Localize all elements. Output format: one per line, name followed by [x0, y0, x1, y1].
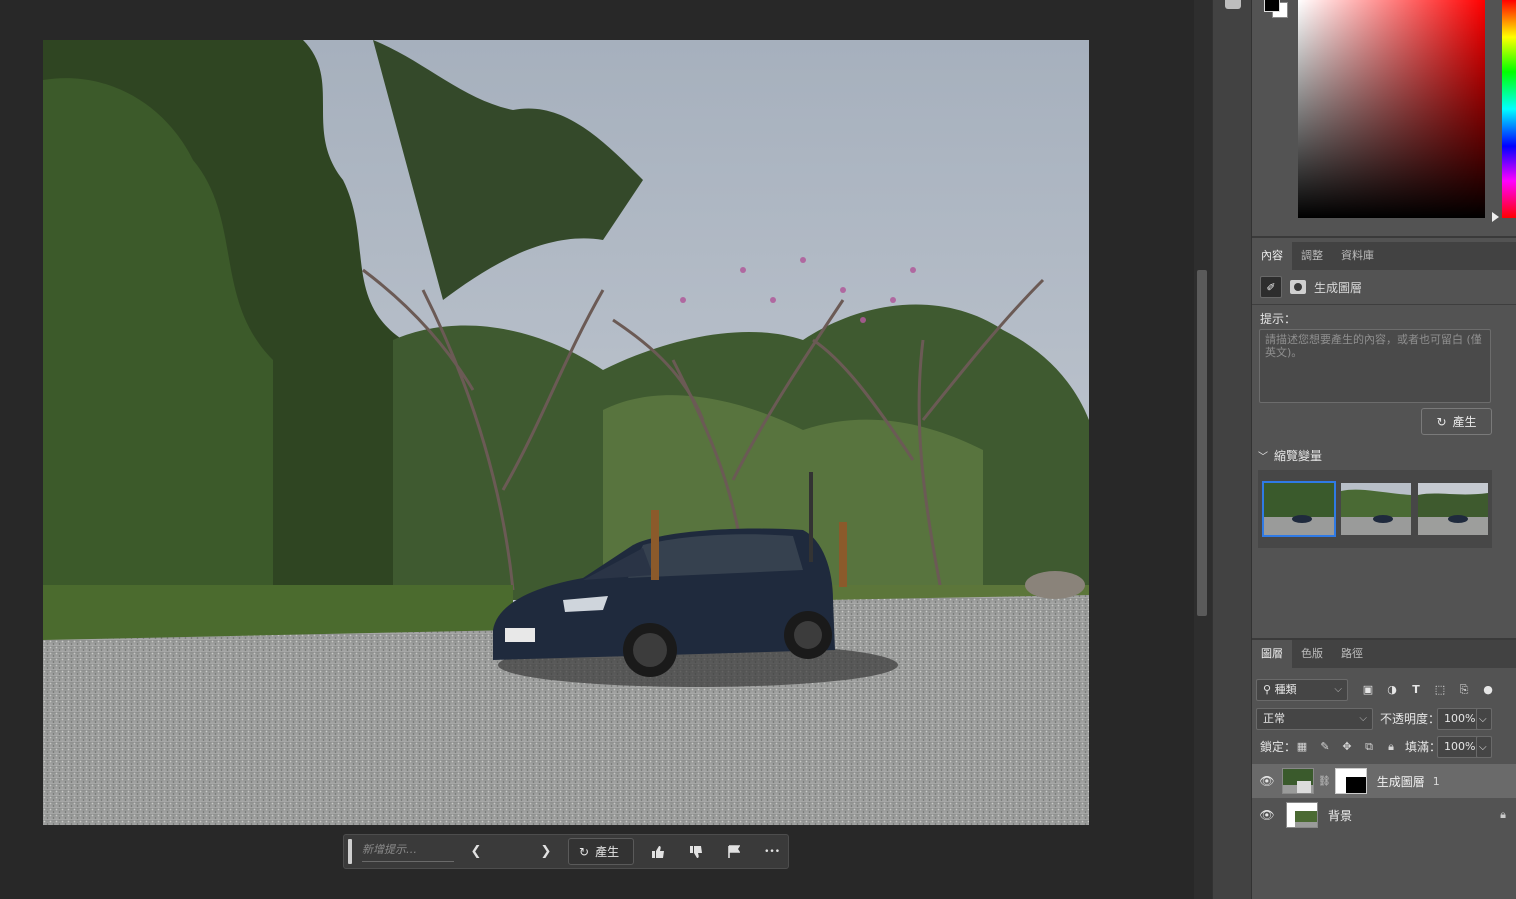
- tab-adjustments[interactable]: 調整: [1292, 242, 1332, 270]
- filter-shape-layers-icon[interactable]: ⬚: [1432, 682, 1448, 698]
- chevron-down-icon: ⌵: [1334, 684, 1342, 695]
- layers-tabs: 圖層 色版 路徑: [1252, 640, 1516, 668]
- refresh-icon: ↻: [579, 844, 590, 859]
- taskbar-generate-label: 產生: [595, 845, 620, 859]
- generate-button[interactable]: ↻ 產生: [1421, 408, 1492, 435]
- foreground-color-swatch[interactable]: [1264, 0, 1280, 12]
- chevron-down-icon: ⌵: [1359, 713, 1367, 724]
- layer-filter-value: 種類: [1274, 683, 1297, 696]
- color-saturation-field[interactable]: [1298, 0, 1485, 218]
- hue-slider-arrow[interactable]: [1492, 212, 1499, 222]
- fill-label: 填滿：: [1405, 740, 1442, 754]
- properties-header: ✐ 生成圖層: [1260, 276, 1362, 298]
- eye-icon[interactable]: 👁︎: [1252, 774, 1282, 788]
- lock-label: 鎖定：: [1260, 740, 1297, 754]
- chevron-down-icon: ⌵: [1479, 742, 1487, 753]
- variations-list: [1258, 470, 1492, 548]
- search-icon: ⚲: [1263, 683, 1272, 696]
- layer-row-background[interactable]: 👁︎ 背景 🔒︎: [1252, 798, 1516, 832]
- lock-artboard-icon[interactable]: ⧉: [1362, 740, 1376, 754]
- panel-icon-strip: [1212, 0, 1252, 899]
- filter-smart-objects-icon[interactable]: ⎘: [1456, 682, 1472, 698]
- comment-icon[interactable]: [1225, 0, 1241, 9]
- generate-button-label: 產生: [1452, 415, 1477, 429]
- variations-title: 縮覽變量: [1274, 449, 1323, 463]
- eye-icon[interactable]: 👁︎: [1252, 808, 1282, 822]
- fill-dropdown[interactable]: ⌵: [1476, 736, 1492, 758]
- blend-mode-select[interactable]: 正常 ⌵: [1256, 708, 1373, 730]
- taskbar-generate-button[interactable]: ↻ 產生: [568, 838, 635, 865]
- layer-mask-thumbnail[interactable]: [1334, 768, 1367, 794]
- filter-adjustment-layers-icon[interactable]: ◑: [1384, 682, 1400, 698]
- fill-value: 100%: [1444, 740, 1476, 753]
- flag-icon[interactable]: [722, 840, 746, 864]
- tab-channels[interactable]: 色版: [1292, 640, 1332, 668]
- color-panel: [1252, 0, 1516, 238]
- lock-transparent-pixels-icon[interactable]: ▦: [1295, 740, 1309, 754]
- chevron-left-icon[interactable]: ❮: [464, 840, 488, 864]
- tab-paths[interactable]: 路徑: [1332, 640, 1372, 668]
- tab-libraries[interactable]: 資料庫: [1332, 242, 1383, 270]
- opacity-label: 不透明度：: [1380, 712, 1441, 726]
- more-options-icon[interactable]: •••: [760, 840, 784, 864]
- canvas-vertical-scrollbar[interactable]: [1194, 0, 1212, 899]
- filter-type-layers-icon[interactable]: T: [1408, 682, 1424, 698]
- layers-panel: 圖層 色版 路徑 ⚲ 種類 ⌵ ▣ ◑ T ⬚ ⎘ ● 正常 ⌵ 不透明度： 1…: [1252, 638, 1516, 899]
- layer-filter-select[interactable]: ⚲ 種類 ⌵: [1256, 679, 1348, 701]
- properties-tabs: 內容 調整 資料庫: [1252, 242, 1516, 270]
- chevron-right-icon[interactable]: ❯: [534, 840, 558, 864]
- photo-car-in-forest: [43, 40, 1089, 825]
- taskbar-drag-handle[interactable]: [348, 839, 352, 864]
- right-panel-dock: 內容 調整 資料庫 ✐ 生成圖層 提示： 請描述您想要產生的內容，或者也可留白 …: [1252, 0, 1516, 899]
- scrollbar-thumb[interactable]: [1197, 270, 1207, 616]
- thumbs-up-icon[interactable]: [646, 840, 670, 864]
- layer-row-generative[interactable]: 👁︎ ⛓︎ 生成圖層 1: [1252, 764, 1516, 798]
- variation-thumbnail-2[interactable]: [1341, 483, 1411, 535]
- layer-name: 生成圖層: [1376, 774, 1425, 789]
- blend-mode-value: 正常: [1263, 712, 1285, 725]
- layer-thumbnail: [1286, 802, 1318, 828]
- link-icon[interactable]: ⛓︎: [1318, 776, 1331, 787]
- lock-icon: 🔒︎: [1500, 808, 1506, 821]
- layer-thumbnail: [1282, 768, 1314, 794]
- lock-image-pixels-icon[interactable]: ✎: [1318, 740, 1332, 754]
- layer-mask-icon[interactable]: [1290, 280, 1306, 294]
- chevron-down-icon: ﹀: [1258, 452, 1268, 463]
- divider: [1252, 304, 1516, 305]
- properties-panel: 內容 調整 資料庫 ✐ 生成圖層 提示： 請描述您想要產生的內容，或者也可留白 …: [1252, 240, 1516, 636]
- layer-type-label: 生成圖層: [1314, 280, 1363, 295]
- layer-count-badge: 1: [1432, 774, 1440, 788]
- chevron-down-icon: ⌵: [1479, 714, 1487, 725]
- document-canvas[interactable]: 新增提示… ❮ ❯ ↻ 產生 •••: [0, 0, 1194, 899]
- variation-thumbnail-1[interactable]: [1262, 481, 1336, 537]
- prompt-label: 提示：: [1260, 312, 1297, 326]
- document-image[interactable]: [43, 40, 1089, 825]
- variation-thumbnail-3[interactable]: [1418, 483, 1488, 535]
- variations-section-toggle[interactable]: ﹀ 縮覽變量: [1258, 447, 1322, 464]
- lock-position-icon[interactable]: ✥: [1340, 740, 1354, 754]
- refresh-icon: ↻: [1436, 414, 1447, 429]
- generative-layer-icon: ✐: [1260, 276, 1282, 298]
- taskbar-prompt-input[interactable]: 新增提示…: [362, 841, 454, 862]
- filter-pixel-layers-icon[interactable]: ▣: [1360, 682, 1376, 698]
- prompt-textarea[interactable]: 請描述您想要產生的內容，或者也可留白 (僅英文)。: [1259, 329, 1491, 403]
- tab-properties[interactable]: 內容: [1252, 242, 1292, 270]
- lock-all-icon[interactable]: 🔒︎: [1384, 740, 1398, 754]
- opacity-value: 100%: [1444, 712, 1476, 725]
- filter-toggle-icon[interactable]: ●: [1480, 682, 1496, 698]
- contextual-taskbar: 新增提示… ❮ ❯ ↻ 產生 •••: [343, 834, 789, 869]
- thumbs-down-icon[interactable]: [684, 840, 708, 864]
- layer-name: 背景: [1328, 808, 1353, 823]
- opacity-dropdown[interactable]: ⌵: [1476, 708, 1492, 730]
- hue-slider[interactable]: [1502, 0, 1516, 218]
- tab-layers[interactable]: 圖層: [1252, 640, 1292, 668]
